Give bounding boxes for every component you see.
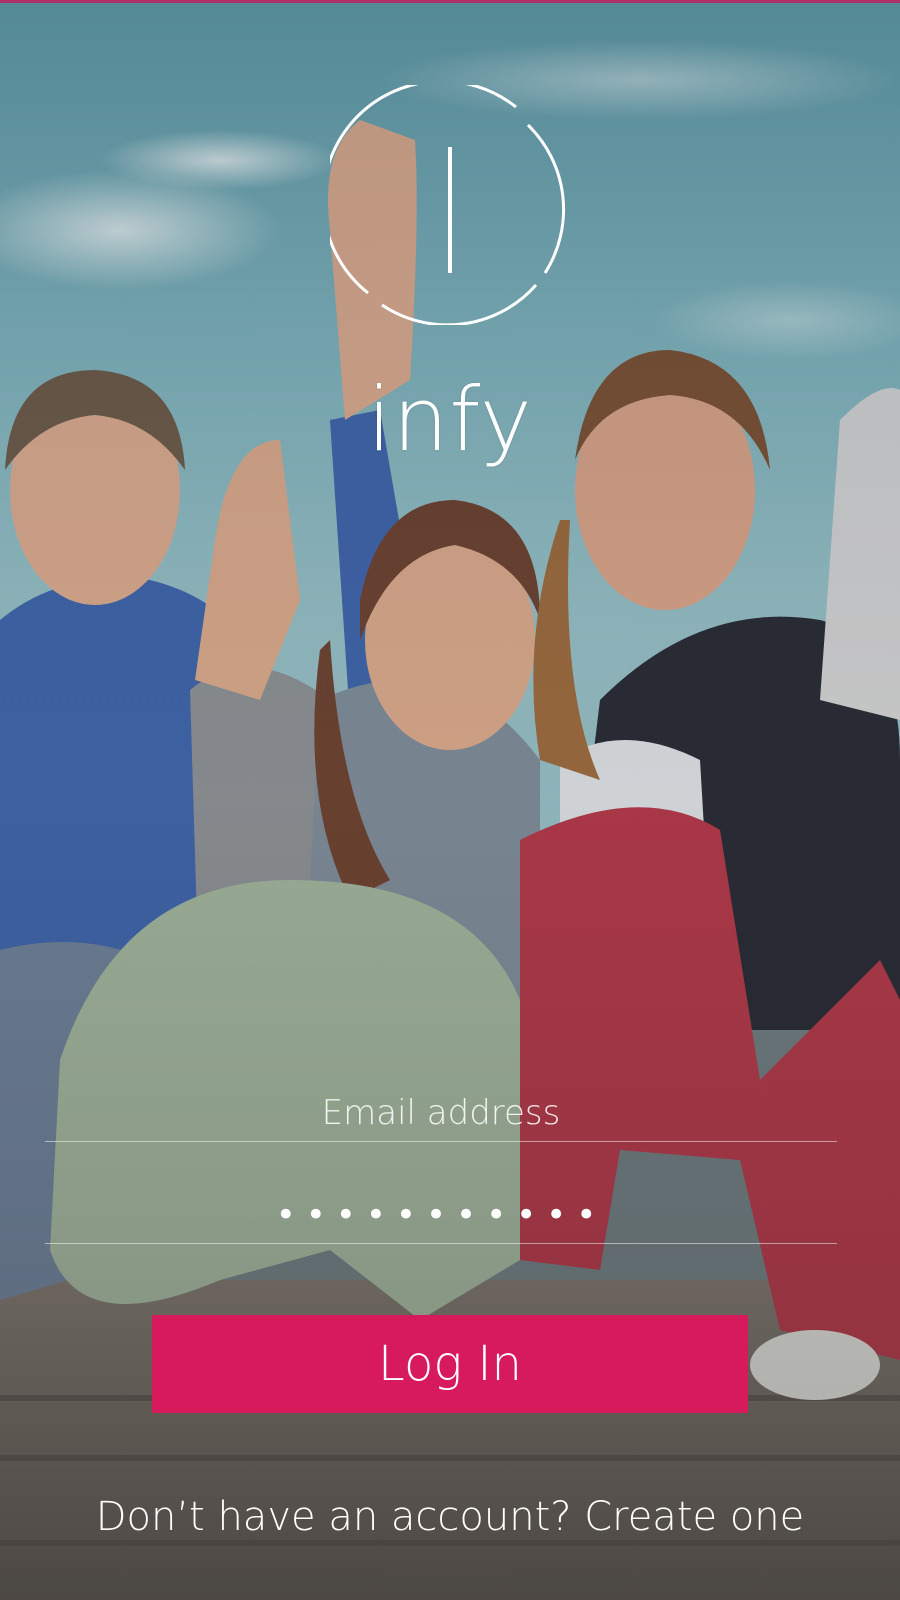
signup-prompt-text: Don’t have an account? (95, 1494, 572, 1540)
email-input[interactable] (45, 1085, 837, 1141)
power-circle-icon (330, 85, 565, 325)
create-account-link[interactable]: Create one (584, 1494, 804, 1540)
email-field[interactable] (45, 1085, 837, 1142)
top-accent-line (0, 0, 900, 3)
login-screen: infy ••••••••••• Log In Don’t have an ac… (0, 0, 900, 1600)
password-input[interactable] (45, 1187, 837, 1243)
signup-prompt: Don’t have an account? Create one (0, 1494, 900, 1540)
brand-name: infy (367, 368, 533, 471)
login-button[interactable]: Log In (152, 1315, 748, 1413)
password-field[interactable]: ••••••••••• (45, 1187, 837, 1244)
